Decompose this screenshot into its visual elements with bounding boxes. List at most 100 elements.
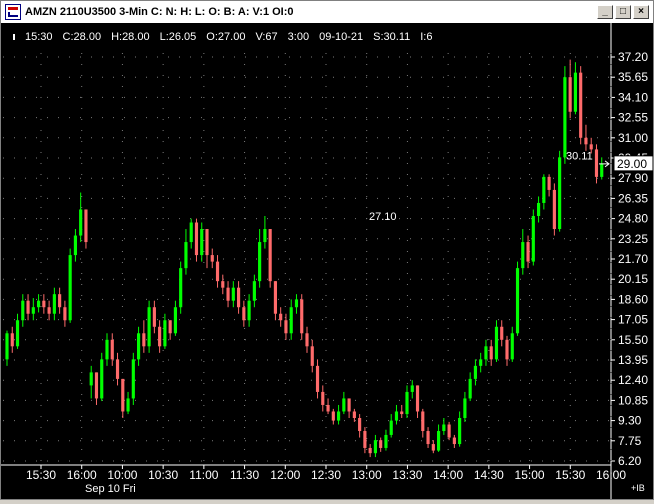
candle-body[interactable] [531, 215, 535, 262]
app-icon[interactable] [5, 4, 21, 20]
chart-area[interactable]: 37.2035.6534.1032.5531.0029.4527.9026.35… [1, 23, 654, 499]
candle-body[interactable] [431, 444, 435, 451]
close-button[interactable]: × [633, 5, 649, 19]
candle-body[interactable] [463, 398, 467, 418]
title-bar[interactable]: AMZN 2110U3500 3-Min C: N: H: L: O: B: A… [1, 1, 653, 23]
corner-label[interactable]: +IB [631, 483, 645, 493]
candle-body[interactable] [163, 320, 167, 347]
candle-body[interactable] [110, 339, 114, 360]
candle-body[interactable] [479, 359, 483, 366]
candle-body[interactable] [273, 281, 277, 314]
candle-body[interactable] [10, 333, 14, 347]
candle-body[interactable] [426, 431, 430, 445]
candle-body[interactable] [258, 242, 262, 282]
candle-body[interactable] [400, 411, 404, 415]
candle-body[interactable] [68, 255, 72, 321]
candle-body[interactable] [437, 431, 441, 451]
candle-body[interactable] [94, 372, 99, 399]
candle-body[interactable] [168, 320, 172, 334]
candle-body[interactable] [100, 359, 104, 399]
candle-body[interactable] [279, 313, 283, 321]
candle-body[interactable] [489, 346, 493, 360]
candle-body[interactable] [537, 202, 541, 216]
candle-body[interactable] [552, 189, 556, 230]
candle-body[interactable] [468, 378, 472, 399]
candle-body[interactable] [247, 300, 251, 321]
candle-body[interactable] [594, 149, 599, 177]
candle-body[interactable] [31, 307, 35, 314]
candle-body[interactable] [579, 72, 583, 138]
candle-body[interactable] [415, 385, 420, 412]
candle-body[interactable] [37, 300, 41, 308]
candle-body[interactable] [600, 163, 604, 177]
candle-body[interactable] [394, 411, 399, 421]
candle-body[interactable] [252, 281, 256, 301]
candle-body[interactable] [73, 235, 77, 256]
candle-body[interactable] [352, 411, 356, 418]
candle-body[interactable] [284, 320, 288, 334]
candle-body[interactable] [568, 77, 572, 112]
candle-body[interactable] [347, 398, 351, 412]
candle-body[interactable] [542, 176, 546, 203]
candlestick-chart[interactable]: 37.2035.6534.1032.5531.0029.4527.9026.35… [1, 23, 654, 499]
candle-body[interactable] [5, 333, 9, 360]
candle-body[interactable] [131, 359, 135, 399]
candle-body[interactable] [442, 424, 446, 432]
candle-body[interactable] [405, 391, 409, 415]
candle-body[interactable] [315, 365, 320, 392]
candle-body[interactable] [563, 77, 567, 158]
candle-body[interactable] [379, 440, 383, 448]
candle-body[interactable] [573, 72, 577, 112]
maximize-button[interactable]: □ [615, 5, 631, 19]
candle-body[interactable] [226, 287, 230, 301]
candle-body[interactable] [21, 300, 25, 321]
candle-body[interactable] [105, 339, 109, 360]
candle-body[interactable] [584, 137, 588, 145]
candle-body[interactable] [184, 242, 188, 269]
candle-body[interactable] [384, 434, 388, 448]
candle-body[interactable] [42, 300, 46, 308]
candle-body[interactable] [373, 440, 377, 454]
candle-body[interactable] [326, 404, 330, 412]
candle-body[interactable] [500, 326, 504, 340]
candle-body[interactable] [389, 420, 393, 435]
candle-body[interactable] [84, 209, 88, 243]
candle-body[interactable] [473, 365, 477, 379]
candle-body[interactable] [221, 281, 225, 288]
candle-body[interactable] [89, 372, 93, 386]
candle-body[interactable] [310, 346, 314, 366]
candle-body[interactable] [242, 307, 246, 321]
candle-body[interactable] [515, 268, 520, 334]
candle-body[interactable] [458, 417, 462, 445]
candle-body[interactable] [147, 307, 151, 347]
candle-body[interactable] [410, 385, 414, 392]
candle-body[interactable] [547, 176, 551, 190]
candle-body[interactable] [289, 307, 293, 334]
candle-body[interactable] [179, 268, 183, 308]
candle-body[interactable] [321, 391, 325, 405]
candle-body[interactable] [152, 307, 156, 327]
candle-body[interactable] [510, 333, 514, 360]
candle-body[interactable] [189, 222, 193, 243]
candle-body[interactable] [205, 229, 209, 256]
candle-body[interactable] [421, 411, 425, 432]
candle-body[interactable] [484, 346, 488, 360]
candle-body[interactable] [200, 229, 204, 256]
minimize-button[interactable]: _ [597, 5, 613, 19]
candle-body[interactable] [173, 307, 177, 334]
candle-body[interactable] [337, 411, 341, 421]
candle-body[interactable] [15, 320, 20, 347]
candle-body[interactable] [526, 242, 530, 262]
candle-body[interactable] [215, 261, 220, 282]
candle-body[interactable] [237, 287, 241, 308]
candle-body[interactable] [331, 411, 335, 421]
candle-body[interactable] [447, 424, 451, 438]
candle-body[interactable] [268, 229, 272, 282]
candle-body[interactable] [194, 222, 199, 256]
candle-body[interactable] [121, 378, 125, 412]
candle-body[interactable] [294, 299, 299, 308]
candle-body[interactable] [79, 209, 83, 236]
candle-body[interactable] [505, 339, 509, 360]
candle-body[interactable] [300, 299, 304, 334]
candle-body[interactable] [521, 242, 525, 269]
